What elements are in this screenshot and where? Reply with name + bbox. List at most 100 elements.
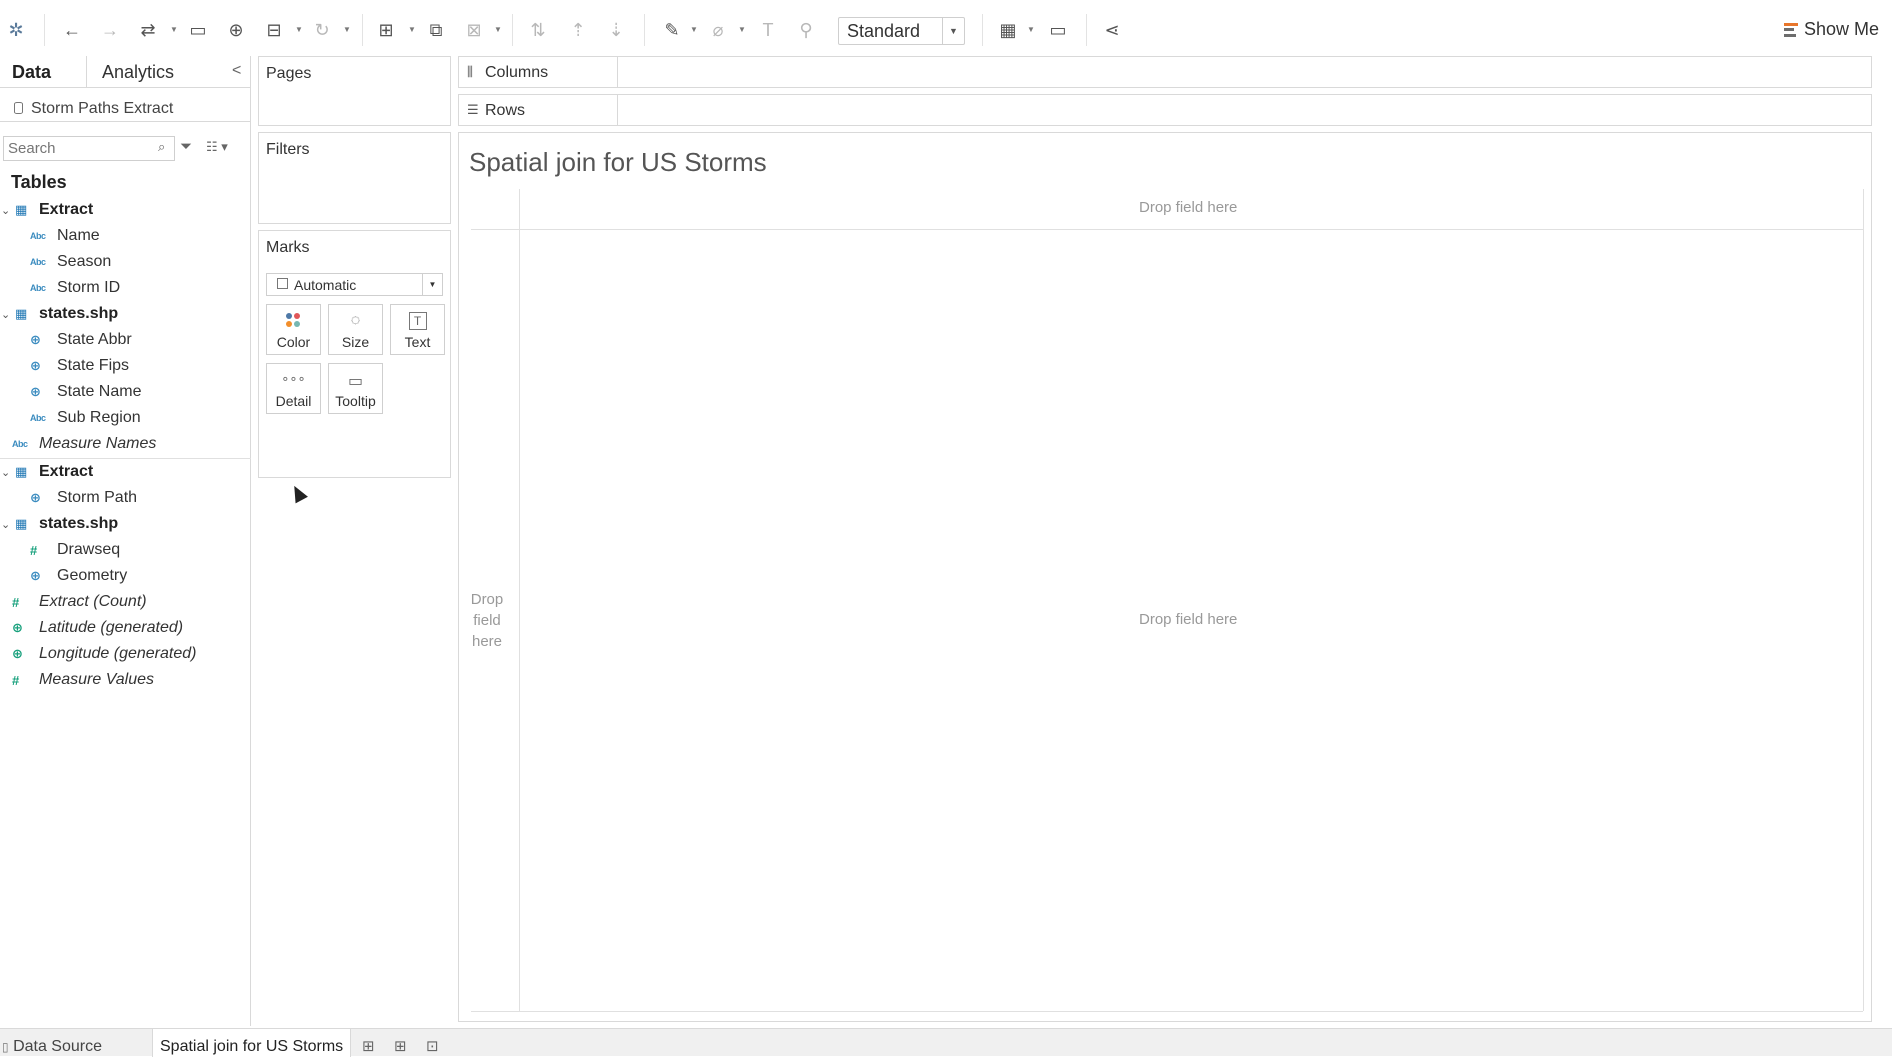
collapse-pane-icon[interactable]: < bbox=[232, 62, 241, 80]
chevron-down-icon[interactable]: ⌄ bbox=[1, 204, 10, 217]
columns-drop-zone[interactable]: Drop field here bbox=[1139, 199, 1237, 216]
search-icon[interactable]: ⌕ bbox=[158, 139, 165, 155]
rows-drop-zone[interactable]: Drop field here bbox=[467, 589, 507, 652]
field-label: Name bbox=[57, 227, 100, 244]
highlight-dropdown-icon[interactable]: ▼ bbox=[690, 25, 698, 34]
size-icon: ◌ bbox=[350, 312, 361, 329]
field-row[interactable]: Abc Name bbox=[0, 224, 251, 248]
tab-sheet[interactable]: Spatial join for US Storms bbox=[152, 1029, 352, 1057]
view-drop-zone[interactable]: Drop field here bbox=[1139, 611, 1237, 628]
field-row[interactable]: # Extract (Count) bbox=[0, 590, 251, 614]
clear-dropdown-icon[interactable]: ▼ bbox=[494, 25, 502, 34]
clear-sheet-icon[interactable]: ⊠ bbox=[462, 18, 486, 42]
field-label: State Fips bbox=[57, 357, 130, 374]
tab-data-source[interactable]: ▯ Data Source bbox=[2, 1038, 102, 1056]
field-row[interactable]: ⊕ State Fips bbox=[0, 354, 251, 378]
toolbar: ✲ ← → ⇄ ▼ ▭ ⊕ ⊟ ▼ ↻ ▼ ⊞ ▼ ⧉ ⊠ ▼ ⇅ ⇡ ⇣ ✎ … bbox=[0, 0, 1892, 58]
filters-card[interactable]: Filters bbox=[258, 132, 451, 224]
field-row[interactable]: ⊕ Storm Path bbox=[0, 486, 251, 510]
pages-title: Pages bbox=[266, 65, 312, 82]
tooltip-label: Tooltip bbox=[335, 393, 376, 409]
fit-mode-select[interactable]: Standard ▼ bbox=[838, 17, 965, 45]
chevron-down-icon[interactable]: ⌄ bbox=[1, 466, 10, 479]
field-row[interactable]: ⊕ State Abbr bbox=[0, 328, 251, 352]
columns-shelf[interactable]: ⫼ Columns bbox=[458, 56, 1872, 88]
field-row[interactable]: Abc Measure Names bbox=[0, 432, 251, 456]
globe-icon: ⊕ bbox=[30, 568, 41, 583]
field-row[interactable]: Abc Season bbox=[0, 250, 251, 274]
swap-icon[interactable]: ⇅ bbox=[526, 18, 550, 42]
field-row[interactable]: # Measure Values bbox=[0, 668, 251, 692]
new-dashboard-icon[interactable]: ⊞ bbox=[394, 1037, 407, 1055]
detail-button[interactable]: ∘∘∘ Detail bbox=[266, 363, 321, 414]
toolbar-separator bbox=[982, 14, 983, 46]
table-row[interactable]: ⌄ ▦ states.shp bbox=[0, 302, 251, 326]
search-input[interactable] bbox=[3, 136, 175, 161]
save-icon[interactable]: ▭ bbox=[186, 18, 210, 42]
globe-icon: ⊕ bbox=[12, 646, 23, 661]
table-label: Extract bbox=[39, 463, 94, 480]
refresh-icon[interactable]: ↻ bbox=[310, 18, 334, 42]
show-me-button[interactable]: Show Me bbox=[1783, 19, 1879, 40]
view-canvas[interactable]: Spatial join for US Storms Drop field he… bbox=[458, 132, 1872, 1022]
new-worksheet-dropdown-icon[interactable]: ▼ bbox=[408, 25, 416, 34]
chevron-down-icon[interactable]: ⌄ bbox=[1, 518, 10, 531]
field-row[interactable]: # Drawseq bbox=[0, 538, 251, 562]
field-label: Geometry bbox=[57, 567, 128, 584]
tooltip-button[interactable]: ▭ Tooltip bbox=[328, 363, 383, 414]
field-row[interactable]: ⊕ State Name bbox=[0, 380, 251, 404]
share-icon[interactable]: ⋖ bbox=[1100, 18, 1124, 42]
group-icon[interactable]: ⌀ bbox=[706, 18, 730, 42]
field-row[interactable]: ⊕ Geometry bbox=[0, 564, 251, 588]
new-story-icon[interactable]: ⊡ bbox=[426, 1037, 439, 1055]
cards-icon[interactable]: ▦ bbox=[996, 18, 1020, 42]
new-datasource-icon[interactable]: ⊕ bbox=[224, 18, 248, 42]
table-row[interactable]: ⌄ ▦ Extract bbox=[0, 198, 251, 222]
show-me-label: Show Me bbox=[1803, 19, 1879, 39]
number-measure-icon: # bbox=[12, 594, 20, 610]
pin-icon[interactable]: ⚲ bbox=[794, 18, 818, 42]
rows-shelf[interactable]: ☰ Rows bbox=[458, 94, 1872, 126]
table-icon: ▦ bbox=[15, 202, 28, 217]
tableau-logo-icon[interactable]: ✲ bbox=[4, 18, 28, 42]
toolbar-separator bbox=[362, 14, 363, 46]
highlight-icon[interactable]: ✎ bbox=[660, 18, 684, 42]
chevron-down-icon[interactable]: ⌄ bbox=[1, 308, 10, 321]
replay-icon[interactable]: ⇄ bbox=[136, 18, 160, 42]
refresh-dropdown-icon[interactable]: ▼ bbox=[343, 25, 351, 34]
cards-dropdown-icon[interactable]: ▼ bbox=[1027, 25, 1035, 34]
toolbar-separator bbox=[644, 14, 645, 46]
undo-icon[interactable]: ← bbox=[60, 18, 84, 42]
new-worksheet-icon[interactable]: ⊞ bbox=[362, 1037, 375, 1055]
text-icon: T bbox=[408, 312, 427, 330]
new-worksheet-icon[interactable]: ⊞ bbox=[374, 18, 398, 42]
pause-updates-icon[interactable]: ⊟ bbox=[262, 18, 286, 42]
filter-icon[interactable]: ⏷ bbox=[180, 138, 192, 155]
tab-analytics[interactable]: Analytics bbox=[102, 62, 174, 83]
mark-type-select[interactable]: Automatic ▼ bbox=[266, 273, 443, 296]
field-row[interactable]: Abc Storm ID bbox=[0, 276, 251, 300]
view-options-icon[interactable]: ☷ ▾ bbox=[206, 139, 228, 155]
color-button[interactable]: Color bbox=[266, 304, 321, 355]
tab-data[interactable]: Data bbox=[12, 62, 51, 83]
replay-dropdown-icon[interactable]: ▼ bbox=[170, 25, 178, 34]
sheet-title[interactable]: Spatial join for US Storms bbox=[469, 147, 767, 178]
sort-ascending-icon[interactable]: ⇡ bbox=[566, 18, 590, 42]
redo-icon[interactable]: → bbox=[98, 18, 122, 42]
pages-card[interactable]: Pages bbox=[258, 56, 451, 126]
presentation-icon[interactable]: ▭ bbox=[1046, 18, 1070, 42]
text-button[interactable]: T Text bbox=[390, 304, 445, 355]
datasource-item[interactable]: Storm Paths Extract bbox=[0, 88, 251, 122]
field-row[interactable]: ⊕ Latitude (generated) bbox=[0, 616, 251, 640]
field-row[interactable]: ⊕ Longitude (generated) bbox=[0, 642, 251, 666]
pause-dropdown-icon[interactable]: ▼ bbox=[295, 25, 303, 34]
field-row[interactable]: Abc Sub Region bbox=[0, 406, 251, 430]
table-row[interactable]: ⌄ ▦ states.shp bbox=[0, 512, 251, 536]
label-icon[interactable]: T bbox=[756, 18, 780, 42]
view-right-border bbox=[1863, 189, 1864, 1011]
group-dropdown-icon[interactable]: ▼ bbox=[738, 25, 746, 34]
sort-descending-icon[interactable]: ⇣ bbox=[604, 18, 628, 42]
size-button[interactable]: ◌ Size bbox=[328, 304, 383, 355]
table-row[interactable]: ⌄ ▦ Extract bbox=[0, 460, 251, 484]
duplicate-sheet-icon[interactable]: ⧉ bbox=[424, 18, 448, 42]
